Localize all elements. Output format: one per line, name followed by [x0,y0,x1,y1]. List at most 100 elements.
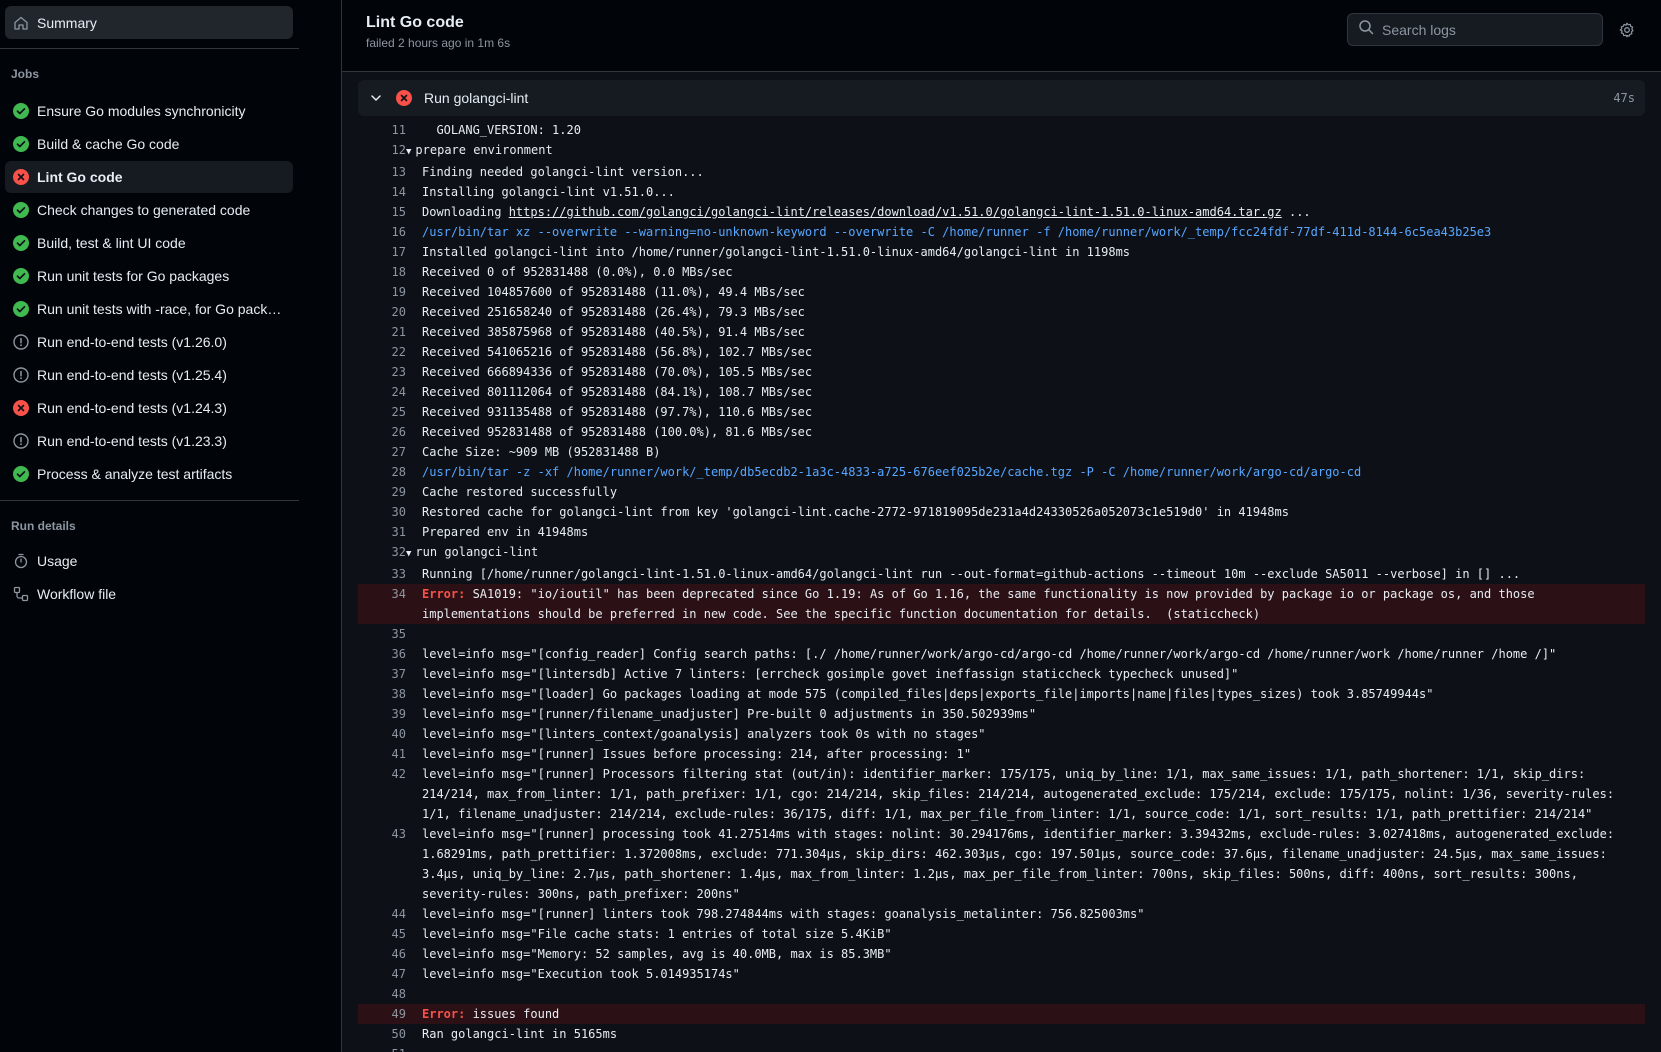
line-number[interactable]: 35 [358,624,406,644]
line-number[interactable]: 32 [358,542,406,564]
line-content: ▼ prepare environment [406,140,1645,162]
step-header[interactable]: Run golangci-lint 47s [358,80,1645,116]
sidebar-job-label: Run end-to-end tests (v1.26.0) [37,334,227,350]
sidebar-job-item[interactable]: Run end-to-end tests (v1.23.3) [5,425,293,457]
line-number[interactable]: 42 [358,764,406,824]
line-number[interactable]: 24 [358,382,406,402]
line-text: /usr/bin/tar -z -xf /home/runner/work/_t… [422,465,1362,479]
line-number[interactable]: 21 [358,322,406,342]
line-number[interactable]: 48 [358,984,406,1004]
sidebar-divider [0,48,299,49]
sidebar-job-label: Check changes to generated code [37,202,251,218]
line-number[interactable]: 46 [358,944,406,964]
line-number[interactable]: 43 [358,824,406,904]
line-number[interactable]: 49 [358,1004,406,1024]
sidebar-job-item[interactable]: Ensure Go modules synchronicity [5,95,293,127]
line-content: level=info msg="[runner/filename_unadjus… [406,704,1645,724]
line-content: Received 104857600 of 952831488 (11.0%),… [406,282,1645,302]
line-content: level=info msg="[lintersdb] Active 7 lin… [406,664,1645,684]
line-number[interactable]: 17 [358,242,406,262]
line-number[interactable]: 15 [358,202,406,222]
log-line: 35 [358,624,1645,644]
line-number[interactable]: 13 [358,162,406,182]
sidebar-job-label: Run end-to-end tests (v1.23.3) [37,433,227,449]
line-text: level=info msg="Memory: 52 samples, avg … [422,947,892,961]
line-number[interactable]: 30 [358,502,406,522]
line-number[interactable]: 11 [358,120,406,140]
line-number[interactable]: 34 [358,584,406,624]
line-text: level=info msg="[lintersdb] Active 7 lin… [422,667,1239,681]
line-number[interactable]: 27 [358,442,406,462]
log-line: 42 level=info msg="[runner] Processors fi… [358,764,1645,824]
download-link[interactable]: https://github.com/golangci/golangci-lin… [509,205,1282,219]
sidebar-workflow-file[interactable]: Workflow file [5,578,293,610]
sidebar-job-item[interactable]: Build, test & lint UI code [5,227,293,259]
log-line: 20 Received 251658240 of 952831488 (26.4%… [358,302,1645,322]
line-number[interactable]: 39 [358,704,406,724]
line-number[interactable]: 50 [358,1024,406,1044]
sidebar-job-item[interactable]: Run unit tests for Go packages [5,260,293,292]
line-number[interactable]: 38 [358,684,406,704]
check-circle-icon [13,268,29,284]
line-number[interactable]: 19 [358,282,406,302]
sidebar-summary[interactable]: Summary [5,6,293,39]
log-lines: 11 GOLANG_VERSION: 1.20 12 ▼ prepare enviro… [358,120,1645,1052]
line-content: Received 931135488 of 952831488 (97.7%),… [406,402,1645,422]
sidebar-job-label: Run unit tests for Go packages [37,268,230,284]
line-text: SA1019: "io/ioutil" has been deprecated … [422,587,1542,621]
stopwatch-icon [13,553,29,569]
line-number[interactable]: 14 [358,182,406,202]
sidebar-job-item[interactable]: Run end-to-end tests (v1.26.0) [5,326,293,358]
sidebar-job-item[interactable]: Run end-to-end tests (v1.24.3) [5,392,293,424]
line-number[interactable]: 12 [358,140,406,162]
check-circle-icon [13,136,29,152]
line-number[interactable]: 45 [358,924,406,944]
line-text: level=info msg="File cache stats: 1 entr… [422,927,892,941]
line-number[interactable]: 40 [358,724,406,744]
sidebar-job-item[interactable]: Check changes to generated code [5,194,293,226]
gear-icon[interactable] [1617,20,1637,40]
log-line: 24 Received 801112064 of 952831488 (84.1%… [358,382,1645,402]
group-toggle-icon[interactable]: ▼ [406,544,411,564]
chevron-down-icon[interactable] [368,90,384,106]
log-line: 43 level=info msg="[runner] processing to… [358,824,1645,904]
sidebar-job-item[interactable]: Run end-to-end tests (v1.25.4) [5,359,293,391]
line-number[interactable]: 33 [358,564,406,584]
line-number[interactable]: 18 [358,262,406,282]
line-number[interactable]: 31 [358,522,406,542]
step-duration: 47s [1613,91,1635,105]
line-content: level=info msg="[loader] Go packages loa… [406,684,1645,704]
log-line: 28/usr/bin/tar -z -xf /home/runner/work/… [358,462,1645,482]
line-number[interactable]: 26 [358,422,406,442]
line-number[interactable]: 36 [358,644,406,664]
line-number[interactable]: 37 [358,664,406,684]
search-logs-input[interactable] [1382,21,1592,38]
line-number[interactable]: 20 [358,302,406,322]
line-number[interactable]: 22 [358,342,406,362]
line-number[interactable]: 28 [358,462,406,482]
line-content: Finding needed golangci-lint version... [406,162,1645,182]
line-number[interactable]: 29 [358,482,406,502]
log-line: 17 Installed golangci-lint into /home/run… [358,242,1645,262]
sidebar-usage[interactable]: Usage [5,545,293,577]
sidebar-job-item[interactable]: Process & analyze test artifacts [5,458,293,490]
line-number[interactable]: 41 [358,744,406,764]
line-content: Received 666894336 of 952831488 (70.0%),… [406,362,1645,382]
line-number[interactable]: 51 [358,1044,406,1052]
line-text: Received 952831488 of 952831488 (100.0%)… [422,425,813,439]
sidebar-job-item[interactable]: Build & cache Go code [5,128,293,160]
log-line: 48 [358,984,1645,1004]
log-line: 46 level=info msg="Memory: 52 samples, av… [358,944,1645,964]
sidebar-job-item[interactable]: Lint Go code [5,161,293,193]
line-number[interactable]: 44 [358,904,406,924]
job-status-meta: failed 2 hours ago in 1m 6s [366,36,511,50]
line-content [406,624,1645,644]
sidebar-job-label: Process & analyze test artifacts [37,466,233,482]
group-toggle-icon[interactable]: ▼ [406,142,411,162]
line-content: Error: issues found [406,1004,1645,1024]
sidebar-job-item[interactable]: Run unit tests with -race, for Go pack… [5,293,293,325]
line-number[interactable]: 23 [358,362,406,382]
line-number[interactable]: 47 [358,964,406,984]
line-number[interactable]: 25 [358,402,406,422]
line-number[interactable]: 16 [358,222,406,242]
